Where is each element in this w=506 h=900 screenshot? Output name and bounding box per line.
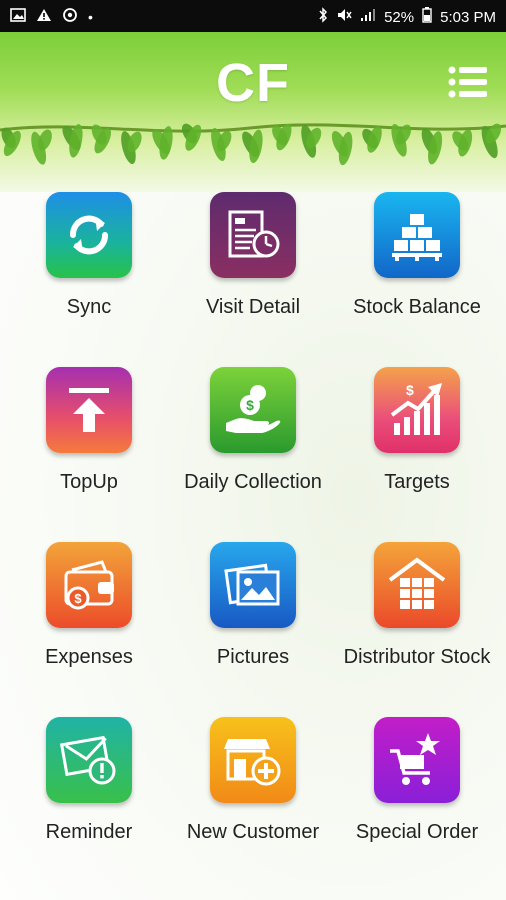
app-title: CF xyxy=(216,53,290,113)
tile-label: Pictures xyxy=(216,646,290,668)
pictures-icon xyxy=(210,542,296,628)
tile-targets[interactable]: $ Targets xyxy=(335,367,499,495)
tile-new-customer[interactable]: New Customer xyxy=(171,717,335,845)
expenses-icon: $ xyxy=(46,542,132,628)
tile-label: Sync xyxy=(66,296,112,318)
svg-text:$: $ xyxy=(406,382,414,398)
targets-icon: $ xyxy=(374,367,460,453)
stock-balance-icon xyxy=(374,192,460,278)
tile-label: Visit Detail xyxy=(205,296,301,318)
tile-sync[interactable]: Sync xyxy=(7,192,171,320)
tile-label: Expenses xyxy=(45,646,133,668)
new-customer-icon xyxy=(210,717,296,803)
distributor-stock-icon xyxy=(374,542,460,628)
status-bar: • 52% 5:03 PM xyxy=(0,0,506,32)
list-menu-icon xyxy=(448,66,487,98)
leaves-decoration xyxy=(0,123,506,166)
visit-detail-icon xyxy=(210,192,296,278)
signal-icon xyxy=(360,8,376,26)
battery-icon xyxy=(422,7,432,27)
image-notification-icon xyxy=(10,8,26,26)
tile-daily-collection[interactable]: $ Daily Collection xyxy=(171,367,335,495)
bluetooth-icon xyxy=(318,7,328,27)
tile-pictures[interactable]: Pictures xyxy=(171,542,335,670)
svg-text:$: $ xyxy=(74,591,82,606)
menu-button[interactable] xyxy=(448,65,488,99)
tile-label: TopUp xyxy=(60,471,118,493)
notification-dot-icon: • xyxy=(88,9,93,25)
reminder-icon xyxy=(46,717,132,803)
daily-collection-icon: $ xyxy=(210,367,296,453)
tile-label: Daily Collection xyxy=(184,471,322,493)
tile-label: New Customer xyxy=(186,821,320,843)
tile-label: Distributor Stock xyxy=(343,646,491,668)
data-saver-icon xyxy=(62,7,78,27)
warning-icon xyxy=(36,8,52,26)
clock: 5:03 PM xyxy=(440,8,496,26)
sync-icon xyxy=(46,192,132,278)
tile-visit-detail[interactable]: Visit Detail xyxy=(171,192,335,320)
tile-label: Reminder xyxy=(45,821,133,843)
app-header: CF xyxy=(0,32,506,192)
special-order-icon xyxy=(374,717,460,803)
tile-label: Targets xyxy=(384,471,450,493)
battery-percent: 52% xyxy=(384,8,415,26)
tile-topup[interactable]: TopUp xyxy=(7,367,171,495)
tile-distributor-stock[interactable]: Distributor Stock xyxy=(335,542,499,670)
mute-icon xyxy=(336,7,352,27)
svg-text:$: $ xyxy=(246,397,254,413)
tile-expenses[interactable]: $ Expenses xyxy=(7,542,171,670)
tile-special-order[interactable]: Special Order xyxy=(335,717,499,845)
tile-reminder[interactable]: Reminder xyxy=(7,717,171,845)
topup-icon xyxy=(46,367,132,453)
tile-stock-balance[interactable]: Stock Balance xyxy=(335,192,499,320)
tile-label: Stock Balance xyxy=(353,296,481,318)
tile-label: Special Order xyxy=(355,821,479,843)
